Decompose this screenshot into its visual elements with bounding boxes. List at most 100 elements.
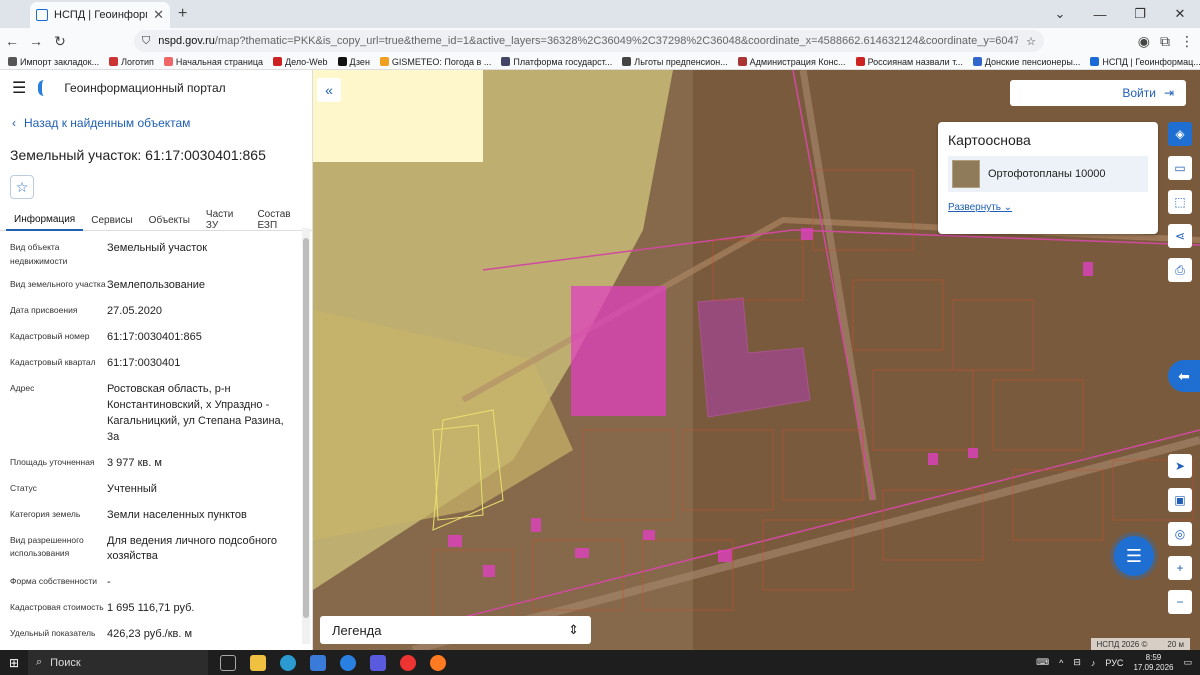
bookmark-star-icon[interactable]: ☆ bbox=[1026, 35, 1036, 48]
property-row: Вид разрешенного использования Для ведени… bbox=[10, 534, 278, 563]
tab-list-icon[interactable]: ⌄ bbox=[1040, 6, 1080, 22]
windows-taskbar: ⊞ ⌕ Поиск ⌨ ^ ⊟ ♪ РУС 8:59 17.09.2026 ▭ bbox=[0, 650, 1200, 675]
windows-start-icon[interactable]: ⊞ bbox=[0, 656, 28, 670]
portal-header: ☰ Геоинформационный портал bbox=[0, 70, 312, 106]
map-tools: ◈ ▭ ⬚ ⋖ ⎙ bbox=[1168, 122, 1192, 282]
properties-list: Вид объекта недвижимости Земельный участо… bbox=[0, 231, 312, 643]
layers-icon[interactable]: ◈ bbox=[1168, 122, 1192, 146]
mail-icon[interactable] bbox=[310, 654, 326, 671]
browser-tab[interactable]: НСПД | Геоинформационный ✕ bbox=[30, 2, 170, 28]
bookmark-item[interactable]: GISMETEO: Погода в ... bbox=[379, 57, 491, 67]
portal-name: Геоинформационный портал bbox=[64, 81, 226, 95]
orthophoto-thumbnail bbox=[952, 160, 980, 188]
selected-parcel[interactable] bbox=[571, 286, 666, 416]
login-button[interactable]: Войти ⇥ bbox=[1010, 80, 1186, 106]
taskbar-search[interactable]: ⌕ Поиск bbox=[28, 650, 208, 675]
tray-chevron-icon[interactable]: ^ bbox=[1059, 658, 1063, 668]
print-icon[interactable]: ⎙ bbox=[1168, 258, 1192, 282]
bookmark-item[interactable]: НСПД | Геоинформац... bbox=[1090, 57, 1200, 67]
pinned-apps bbox=[220, 654, 446, 671]
reload-icon[interactable]: ↻ bbox=[48, 33, 72, 50]
tab-information[interactable]: Информация bbox=[6, 209, 84, 231]
minimap-icon[interactable]: ▣ bbox=[1168, 488, 1192, 512]
notifications-icon[interactable]: ▭ bbox=[1183, 657, 1192, 668]
property-row: Кадастровый номер 61:17:0030401:865 bbox=[10, 331, 202, 344]
panel-scrollbar[interactable] bbox=[302, 228, 310, 644]
keyboard-icon[interactable]: ⌨ bbox=[1036, 657, 1049, 668]
chat-icon[interactable]: ☰ bbox=[1114, 536, 1154, 576]
locate-icon[interactable]: ➤ bbox=[1168, 454, 1192, 478]
browser-tabbar: НСПД | Геоинформационный ✕ + ⌄ — ❐ ✕ bbox=[0, 0, 1200, 28]
yandex-browser-icon[interactable] bbox=[400, 654, 416, 671]
close-tab-icon[interactable]: ✕ bbox=[153, 7, 164, 23]
hamburger-menu-icon[interactable]: ☰ bbox=[12, 78, 26, 98]
extensions-icon[interactable]: ⧉ bbox=[1160, 33, 1170, 50]
bookmark-item[interactable]: Администрация Конс... bbox=[737, 57, 846, 67]
bookmark-item[interactable]: Импорт закладок... bbox=[8, 57, 99, 67]
bookmarks-bar: Импорт закладок... Логотип Начальная стр… bbox=[0, 54, 1200, 70]
back-to-results-link[interactable]: ‹ Назад к найденным объектам bbox=[0, 106, 312, 140]
page: ☰ Геоинформационный портал ‹ Назад к най… bbox=[0, 70, 1200, 650]
bookmark-item[interactable]: Логотип bbox=[109, 57, 154, 67]
tab-parts[interactable]: Части ЗУ bbox=[198, 209, 250, 231]
network-icon[interactable]: ⊟ bbox=[1073, 657, 1081, 668]
basemap-option[interactable]: Ортофотопланы 10000 bbox=[948, 156, 1148, 192]
clock[interactable]: 8:59 17.09.2026 bbox=[1133, 653, 1173, 672]
menu-icon[interactable]: ⋮ bbox=[1180, 33, 1194, 50]
volume-icon[interactable]: ♪ bbox=[1091, 658, 1096, 668]
bookmark-item[interactable]: Россиянам назвали т... bbox=[855, 57, 963, 67]
property-row: Адрес Ростовская область, р-н Константино… bbox=[10, 382, 284, 443]
legend-selector[interactable]: Легенда ⇕ bbox=[320, 616, 591, 644]
edge-icon[interactable] bbox=[280, 654, 296, 671]
bookmark-item[interactable]: Донские пенсионеры... bbox=[972, 57, 1080, 67]
property-row: Кадастровая стоимость 1 695 116,71 руб. bbox=[10, 602, 195, 615]
expand-link[interactable]: Развернуть ⌄ bbox=[948, 202, 1148, 213]
tab-objects[interactable]: Объекты bbox=[141, 209, 198, 231]
zoom-in-button[interactable]: + bbox=[1168, 556, 1192, 580]
zoom-out-button[interactable]: − bbox=[1168, 590, 1192, 614]
back-arrow-icon[interactable]: ← bbox=[0, 33, 24, 49]
maximize-button[interactable]: ❐ bbox=[1120, 6, 1160, 22]
ie-icon[interactable] bbox=[340, 654, 356, 671]
file-explorer-icon[interactable] bbox=[250, 654, 266, 671]
store-icon[interactable] bbox=[370, 654, 386, 671]
bookmark-item[interactable]: Дело-Web bbox=[273, 57, 328, 67]
forward-arrow-icon[interactable]: → bbox=[24, 33, 48, 49]
search-icon: ⌕ bbox=[36, 656, 43, 668]
select-area-icon[interactable]: ⬚ bbox=[1168, 190, 1192, 214]
tab-services[interactable]: Сервисы bbox=[83, 209, 140, 231]
property-row: Форма собственности - bbox=[10, 576, 111, 589]
close-window-button[interactable]: ✕ bbox=[1160, 6, 1200, 22]
nspd-favicon-icon bbox=[36, 9, 48, 21]
collapse-panel-button[interactable]: « bbox=[317, 78, 341, 102]
map-view[interactable]: « Войти ⇥ Картооснова Ортофотопланы 1000… bbox=[313, 70, 1200, 650]
bookmark-item[interactable]: Начальная страница bbox=[163, 57, 263, 67]
bookmark-item[interactable]: Платформа государст... bbox=[501, 57, 612, 67]
share-icon[interactable]: ⋖ bbox=[1168, 224, 1192, 248]
property-row: Статус Учтенный bbox=[10, 482, 157, 495]
account-icon[interactable]: ◉ bbox=[1138, 33, 1150, 50]
address-bar[interactable]: ⛉ nspd.gov.ru/map?thematic=PKK&is_copy_u… bbox=[134, 30, 1044, 52]
chevron-updown-icon: ⇕ bbox=[568, 622, 579, 637]
assistant-tab-icon[interactable]: ⬅ bbox=[1168, 360, 1200, 392]
bookmark-item[interactable]: Льготы предпенсион... bbox=[622, 57, 728, 67]
property-row: Категория земель Земли населенных пунктов bbox=[10, 508, 247, 521]
minimize-button[interactable]: — bbox=[1080, 7, 1120, 22]
firefox-icon[interactable] bbox=[430, 654, 446, 671]
portal-logo-icon bbox=[38, 80, 52, 96]
new-tab-button[interactable]: + bbox=[178, 5, 187, 23]
map-nav-tools: ➤ ▣ ◎ + − bbox=[1168, 454, 1192, 614]
chevron-left-icon: ‹ bbox=[12, 116, 16, 130]
object-tabs: Информация Сервисы Объекты Части ЗУ Сост… bbox=[0, 209, 312, 231]
favorite-star-icon[interactable]: ☆ bbox=[10, 175, 34, 199]
chevron-down-icon: ⌄ bbox=[1003, 202, 1013, 213]
site-info-icon[interactable]: ⛉ bbox=[142, 35, 150, 48]
geolocation-icon[interactable]: ◎ bbox=[1168, 522, 1192, 546]
map-attribution: НСПД 2026 © 20 м bbox=[1090, 638, 1190, 650]
ruler-icon[interactable]: ▭ bbox=[1168, 156, 1192, 180]
bookmark-item[interactable]: Дзен bbox=[337, 57, 370, 67]
property-row: Удельный показатель 426,23 руб./кв. м bbox=[10, 628, 193, 641]
scrollbar-thumb[interactable] bbox=[303, 238, 309, 618]
language-indicator[interactable]: РУС bbox=[1105, 658, 1123, 668]
task-view-icon[interactable] bbox=[220, 654, 236, 671]
